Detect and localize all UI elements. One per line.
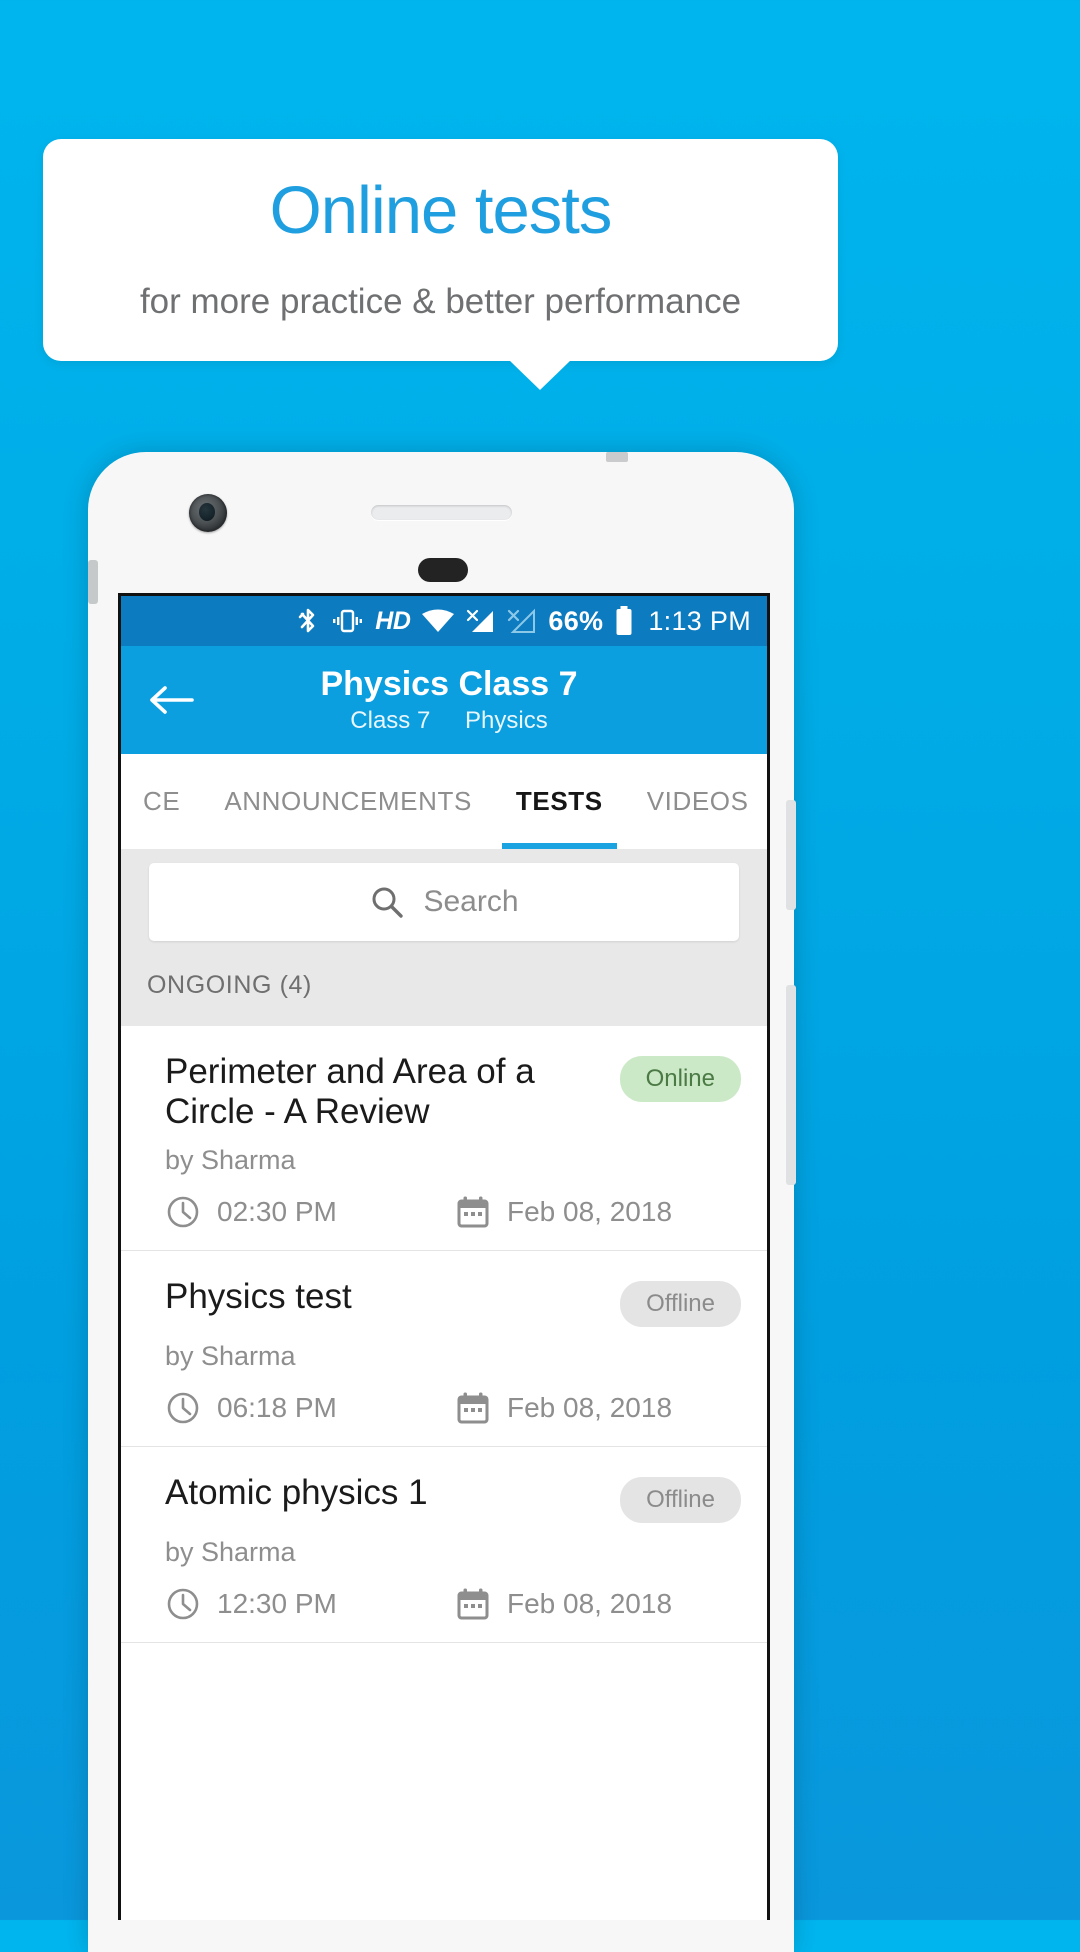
- row-meta: 12:30 PM Feb 08, 2018: [165, 1586, 741, 1622]
- status-badge: Offline: [620, 1477, 741, 1524]
- test-time: 02:30 PM: [217, 1196, 337, 1228]
- tests-list: Perimeter and Area of a Circle - A Revie…: [121, 1026, 767, 1644]
- breadcrumb: Class 7 Physics: [131, 707, 767, 735]
- tab-label: ANNOUNCEMENTS: [224, 786, 472, 816]
- app-bar: Physics Class 7 Class 7 Physics: [121, 646, 767, 754]
- test-author: by Sharma: [165, 1145, 296, 1176]
- test-title: Physics test: [165, 1277, 352, 1317]
- table-row[interactable]: Perimeter and Area of a Circle - A Revie…: [121, 1026, 767, 1252]
- test-time-cell: 12:30 PM: [165, 1586, 455, 1622]
- status-bar: HD 66% 1:13 PM: [121, 596, 767, 646]
- tab-ce[interactable]: CE: [121, 754, 202, 849]
- hd-icon: HD: [375, 606, 411, 635]
- earpiece-speaker: [371, 505, 512, 520]
- phone-screen: HD 66% 1:13 PM Physics Class 7 Class 7 P…: [118, 593, 770, 1920]
- tab-label: CE: [143, 786, 181, 816]
- clock-icon: [165, 1586, 201, 1622]
- tab-label: VIDEOS: [646, 786, 749, 816]
- wifi-icon: [421, 608, 455, 634]
- breadcrumb-class: Class 7: [350, 707, 431, 735]
- app-bar-text-block: Physics Class 7 Class 7 Physics: [121, 665, 767, 735]
- row-meta: 02:30 PM Feb 08, 2018: [165, 1194, 741, 1230]
- back-arrow-icon[interactable]: [145, 674, 197, 726]
- test-time: 06:18 PM: [217, 1392, 337, 1424]
- bluetooth-icon: [297, 606, 319, 636]
- row-meta: 06:18 PM Feb 08, 2018: [165, 1390, 741, 1426]
- test-time: 12:30 PM: [217, 1588, 337, 1620]
- phone-top-antenna: [606, 452, 628, 462]
- clock-icon: [165, 1390, 201, 1426]
- test-time-cell: 06:18 PM: [165, 1390, 455, 1426]
- signal-sim1-icon: [466, 607, 496, 635]
- page-title: Physics Class 7: [320, 664, 578, 703]
- test-date-cell: Feb 08, 2018: [455, 1586, 672, 1622]
- tab-announcements[interactable]: ANNOUNCEMENTS: [202, 754, 494, 849]
- table-row[interactable]: Physics test Offline by Sharma 06:18 PM: [121, 1251, 767, 1448]
- test-date-cell: Feb 08, 2018: [455, 1390, 672, 1426]
- promo-subtitle: for more practice & better performance: [139, 282, 742, 321]
- status-badge: Online: [619, 1056, 741, 1102]
- battery-icon: [614, 605, 634, 637]
- search-icon: [369, 884, 405, 920]
- battery-percent-label: 66%: [548, 605, 604, 636]
- volume-rocker-button[interactable]: [786, 985, 796, 1185]
- vibrate-icon: [330, 607, 364, 635]
- test-date: Feb 08, 2018: [507, 1392, 673, 1424]
- calendar-icon: [455, 1390, 491, 1426]
- front-camera-icon: [189, 494, 227, 532]
- row-header: Atomic physics 1 Offline: [165, 1473, 741, 1524]
- tab-tests[interactable]: TESTS: [494, 754, 625, 849]
- test-date: Feb 08, 2018: [507, 1196, 673, 1228]
- power-button[interactable]: [786, 800, 796, 910]
- test-date-cell: Feb 08, 2018: [455, 1194, 672, 1230]
- search-input[interactable]: Search: [149, 863, 739, 941]
- proximity-sensor: [418, 558, 468, 582]
- table-row[interactable]: Atomic physics 1 Offline by Sharma 12:30…: [121, 1447, 767, 1644]
- test-author: by Sharma: [165, 1537, 296, 1568]
- clock-icon: [165, 1194, 201, 1230]
- test-title: Perimeter and Area of a Circle - A Revie…: [165, 1052, 535, 1131]
- signal-sim2-icon: [507, 607, 537, 635]
- test-time-cell: 02:30 PM: [165, 1194, 455, 1230]
- calendar-icon: [455, 1194, 491, 1230]
- tab-label: TESTS: [515, 786, 603, 816]
- row-header: Perimeter and Area of a Circle - A Revie…: [165, 1052, 741, 1131]
- volume-button[interactable]: [88, 560, 98, 604]
- section-header-ongoing: ONGOING (4): [121, 961, 767, 1026]
- status-badge: Offline: [620, 1281, 741, 1328]
- tab-bar: CE ANNOUNCEMENTS TESTS VIDEOS: [121, 754, 767, 849]
- callout-tail: [509, 360, 571, 390]
- test-title: Atomic physics 1: [165, 1473, 428, 1513]
- search-area: Search: [121, 849, 767, 961]
- row-header: Physics test Offline: [165, 1277, 741, 1328]
- search-placeholder-label: Search: [423, 885, 519, 918]
- calendar-icon: [455, 1586, 491, 1622]
- breadcrumb-subject: Physics: [465, 707, 548, 735]
- promo-title: Online tests: [269, 173, 613, 248]
- test-date: Feb 08, 2018: [507, 1588, 673, 1620]
- tab-videos[interactable]: VIDEOS: [625, 754, 767, 849]
- promo-callout: Online tests for more practice & better …: [43, 139, 838, 361]
- clock-label: 1:13 PM: [648, 605, 751, 636]
- test-author: by Sharma: [165, 1341, 296, 1372]
